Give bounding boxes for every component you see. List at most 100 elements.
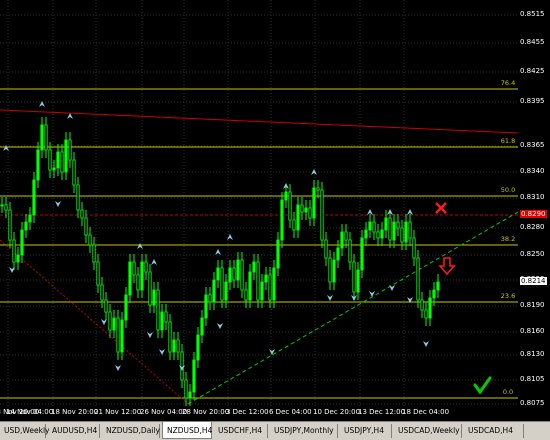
fib-level-label: 76.4 (501, 79, 515, 87)
alert-price-label: 0.8290 (520, 210, 547, 218)
chart-tab[interactable]: NZDUSD,H4 (162, 422, 212, 439)
candle-body (224, 281, 228, 301)
candle-body (420, 299, 424, 311)
candle-body (100, 284, 104, 301)
chart-tab[interactable]: USDJPY,Monthly (270, 424, 338, 438)
candle-body (300, 204, 304, 213)
candle-body (168, 321, 172, 353)
candle-body (432, 289, 436, 299)
chart-tab[interactable]: NZDUSD,Daily (102, 424, 160, 438)
fractal-down-icon (159, 349, 165, 355)
candle-body (144, 261, 148, 273)
candle-body (80, 209, 84, 219)
candle-body (24, 221, 28, 231)
candle-body (372, 221, 376, 233)
candle-body (28, 214, 32, 223)
candle-body (60, 151, 64, 173)
candle-body (236, 259, 240, 281)
candle-body (128, 261, 132, 296)
chart-tab[interactable]: USD,Weekly (0, 424, 49, 438)
candle-body (348, 239, 352, 263)
price-tick-label: 0.8190 (520, 301, 545, 309)
chart-tab[interactable]: USDCHF,H4 (214, 424, 268, 438)
price-tick-label: 0.8340 (520, 167, 545, 175)
price-tick-label: 0.8310 (520, 193, 545, 201)
time-tick-label: 13 Dec 12:00 (358, 408, 406, 416)
candle-body (252, 261, 256, 273)
candle-body (84, 217, 88, 236)
price-tick-label: 0.8160 (520, 327, 545, 335)
candle-body (332, 259, 336, 283)
candle-body (52, 167, 56, 171)
candle-body (164, 311, 168, 323)
candle-body (156, 289, 160, 331)
time-axis: 13 Nov 20:0014 Nov 04:0018 Nov 20:0021 N… (0, 406, 518, 420)
candle-body (396, 221, 400, 229)
chart-window[interactable]: 76.4 61.8 50.0 38.2 23.6 0.0 0.8515 0.8455 0.84… (0, 0, 550, 420)
candle-body (72, 159, 76, 186)
fractal-up-icon (67, 113, 73, 119)
candle-body (148, 271, 152, 306)
chart-tab[interactable]: USDCAD,H4 (464, 424, 524, 438)
candle-body (324, 239, 328, 259)
candle-body (232, 267, 236, 281)
candle-body (196, 334, 200, 361)
candle-body (308, 207, 312, 219)
fractal-down-icon (147, 332, 153, 338)
candle-body (336, 247, 340, 261)
candle-body (408, 221, 412, 239)
time-tick-label: 10 Dec 20:00 (313, 408, 361, 416)
fib-level-label: 38.2 (501, 235, 515, 243)
candle-body (216, 267, 220, 281)
current-price-label: 0.8214 (520, 277, 547, 285)
candle-body (176, 339, 180, 353)
candle-body (288, 191, 292, 221)
candle-body (220, 267, 224, 301)
price-tick-label: 0.8455 (520, 38, 545, 46)
candle-body (132, 261, 136, 276)
candle-body (76, 184, 80, 211)
candle-body (240, 259, 244, 291)
candle-body (256, 261, 260, 301)
candle-body (172, 339, 176, 353)
chart-tab[interactable]: USDCAD,Weekly (394, 424, 462, 438)
chart-tab[interactable]: AUDUSD,H4 (48, 424, 100, 438)
candle-body (404, 221, 408, 243)
candle-body (200, 317, 204, 336)
candle-body (384, 217, 388, 231)
down-arrow-icon (438, 257, 456, 276)
candle-body (424, 309, 428, 319)
candle-body (400, 227, 404, 243)
candle-body (64, 139, 68, 173)
candle-body (320, 189, 324, 241)
price-tick-label: 0.8075 (520, 399, 545, 407)
candle-body (48, 149, 52, 171)
candle-body (360, 237, 364, 271)
time-tick-label: 6 Dec 04:00 (269, 408, 312, 416)
candle-body (20, 229, 24, 256)
candle-body (356, 269, 360, 293)
chart-tab[interactable]: USDJPY,H4 (340, 424, 392, 438)
candle-body (284, 191, 288, 201)
candle-body (88, 234, 92, 246)
price-tick-label: 0.8130 (520, 350, 545, 358)
candle-body (352, 261, 356, 293)
candle-body (160, 311, 164, 331)
time-tick-label: 18 Dec 04:00 (402, 408, 450, 416)
candle-body (228, 267, 232, 283)
candle-body (364, 229, 368, 239)
candle-body (12, 239, 16, 263)
fib-level-label: 50.0 (501, 186, 515, 194)
price-chart[interactable]: 76.4 61.8 50.0 38.2 23.6 0.0 (0, 0, 518, 406)
candle-body (264, 274, 268, 283)
candle-body (388, 217, 392, 241)
candle-body (248, 271, 252, 301)
candle-body (276, 239, 280, 269)
price-tick-label: 0.8425 (520, 67, 545, 75)
candle-body (304, 207, 308, 213)
candle-body (136, 274, 140, 291)
time-tick-label: 26 Nov 04:00 (140, 408, 188, 416)
candle-body (208, 294, 212, 303)
fractal-up-icon (151, 259, 157, 265)
candle-body (36, 149, 40, 181)
